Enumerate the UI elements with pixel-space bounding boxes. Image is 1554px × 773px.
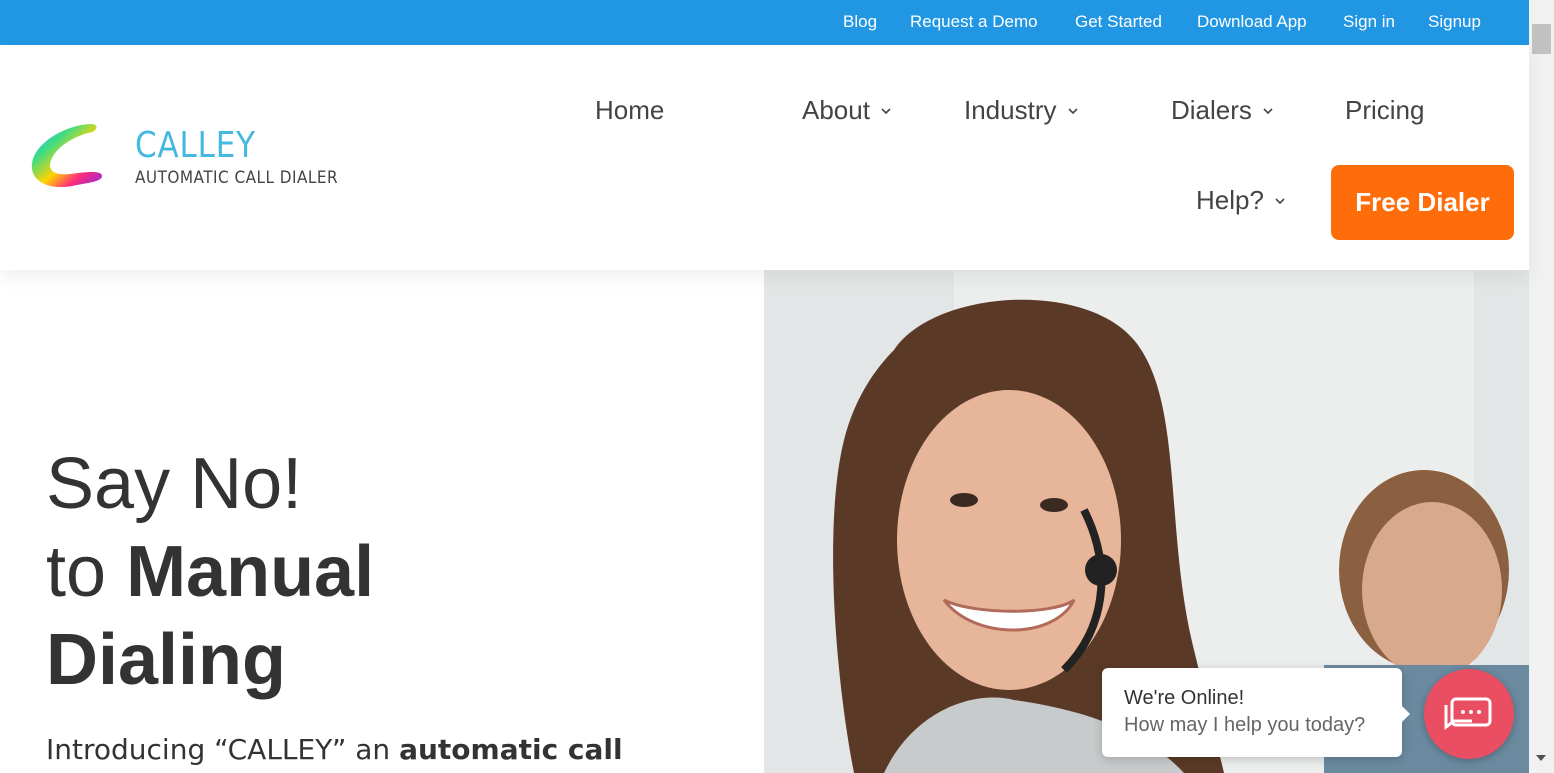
chat-greeting-bubble[interactable]: We're Online! How may I help you today? <box>1102 668 1410 757</box>
top-utility-bar: Blog Request a Demo Get Started Download… <box>0 0 1529 45</box>
hero-headline: Say No! to Manual Dialing <box>46 440 374 704</box>
nav-pricing-label: Pricing <box>1345 95 1425 125</box>
hero-line-2: to Manual <box>46 528 374 616</box>
site-header: CALLEY AUTOMATIC CALL DIALER Home About … <box>0 45 1529 270</box>
topbar-link-signup[interactable]: Signup <box>1428 12 1481 32</box>
nav-industry-label: Industry <box>964 95 1057 125</box>
chat-greeting-subtitle: How may I help you today? <box>1124 714 1366 736</box>
nav-about-label: About <box>802 95 870 125</box>
hero-intro-text: Introducing “CALLEY” an automatic call <box>46 733 623 766</box>
nav-home-label: Home <box>595 95 665 125</box>
hero-line-2-bold: Manual <box>126 532 375 612</box>
hero-line-1: Say No! <box>46 444 303 524</box>
logo-tagline: AUTOMATIC CALL DIALER <box>135 168 339 188</box>
topbar-link-blog[interactable]: Blog <box>843 12 877 32</box>
topbar-link-request-demo[interactable]: Request a Demo <box>910 12 1038 32</box>
scroll-down-arrow-icon[interactable] <box>1536 755 1546 761</box>
calley-logo-icon[interactable] <box>28 120 108 195</box>
topbar-link-get-started[interactable]: Get Started <box>1075 12 1162 32</box>
nav-industry[interactable]: Industry <box>964 95 1079 126</box>
nav-dialers-label: Dialers <box>1171 95 1252 125</box>
hero-intro-bold: automatic call <box>399 733 623 766</box>
hero-line-3: Dialing <box>46 620 287 700</box>
chevron-down-icon <box>1274 195 1286 207</box>
chat-icon <box>1444 697 1492 730</box>
nav-home[interactable]: Home <box>595 95 664 126</box>
chevron-down-icon <box>1262 105 1274 117</box>
nav-help[interactable]: Help? <box>1196 185 1286 216</box>
logo-wordmark[interactable]: CALLEY <box>135 125 256 166</box>
chevron-down-icon <box>880 105 892 117</box>
nav-pricing[interactable]: Pricing <box>1345 95 1424 126</box>
nav-about[interactable]: About <box>802 95 892 126</box>
chat-launcher-button[interactable] <box>1424 669 1514 759</box>
page-scrollbar[interactable] <box>1529 0 1554 773</box>
chevron-down-icon <box>1067 105 1079 117</box>
topbar-link-download-app[interactable]: Download App <box>1197 12 1307 32</box>
hero-intro-prefix: Introducing “CALLEY” an <box>46 733 391 766</box>
topbar-link-sign-in[interactable]: Sign in <box>1343 12 1395 32</box>
nav-help-label: Help? <box>1196 185 1264 215</box>
free-dialer-button[interactable]: Free Dialer <box>1331 165 1514 240</box>
hero-line-2-prefix: to <box>46 532 107 612</box>
nav-dialers[interactable]: Dialers <box>1171 95 1274 126</box>
chat-bubble-tail <box>1402 706 1410 722</box>
scrollbar-thumb[interactable] <box>1532 24 1551 54</box>
chat-greeting-title: We're Online! <box>1124 687 1245 709</box>
